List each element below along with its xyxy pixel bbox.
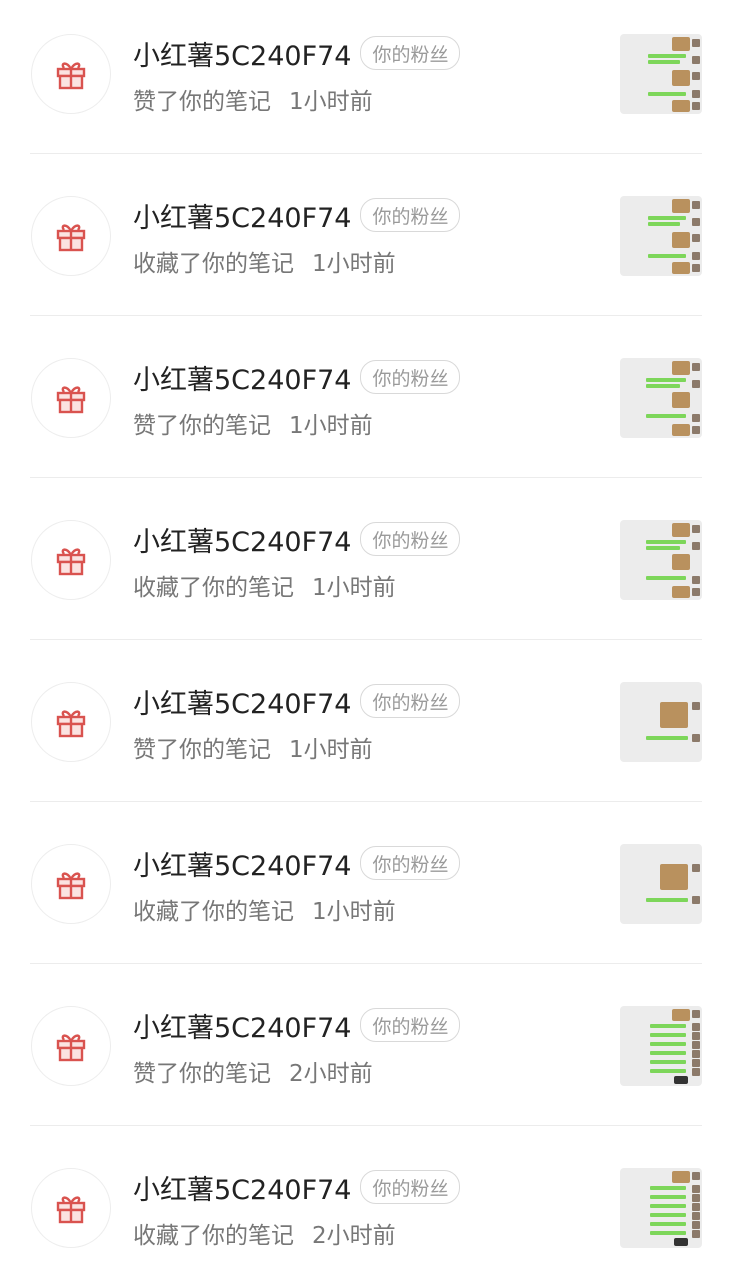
notification-list: 小红薯5C240F74 你的粉丝 赞了你的笔记 1小时前 小红薯5C240F74… — [0, 0, 732, 1288]
fan-badge: 你的粉丝 — [360, 360, 461, 394]
user-name[interactable]: 小红薯5C240F74 — [133, 520, 351, 559]
fan-badge: 你的粉丝 — [360, 684, 461, 718]
action-text: 赞了你的笔记 — [133, 89, 271, 115]
user-name[interactable]: 小红薯5C240F74 — [133, 682, 351, 721]
note-thumbnail[interactable] — [620, 1006, 702, 1086]
user-name[interactable]: 小红薯5C240F74 — [133, 1168, 351, 1207]
gift-icon — [56, 872, 86, 900]
fan-badge: 你的粉丝 — [360, 198, 461, 232]
notification-item[interactable]: 小红薯5C240F74 你的粉丝 赞了你的笔记 1小时前 — [0, 316, 732, 478]
avatar[interactable] — [31, 1006, 111, 1086]
avatar[interactable] — [31, 196, 111, 276]
user-name[interactable]: 小红薯5C240F74 — [133, 844, 351, 883]
gift-icon — [56, 386, 86, 414]
user-name[interactable]: 小红薯5C240F74 — [133, 1006, 351, 1045]
user-name[interactable]: 小红薯5C240F74 — [133, 196, 351, 235]
notification-item[interactable]: 小红薯5C240F74 你的粉丝 赞了你的笔记 1小时前 — [0, 0, 732, 154]
notification-item[interactable]: 小红薯5C240F74 你的粉丝 赞了你的笔记 1小时前 — [0, 640, 732, 802]
timestamp: 2小时前 — [289, 1061, 373, 1087]
gift-icon — [56, 224, 86, 252]
fan-badge: 你的粉丝 — [360, 36, 461, 70]
timestamp: 1小时前 — [312, 251, 396, 277]
action-text: 赞了你的笔记 — [133, 413, 271, 439]
user-name[interactable]: 小红薯5C240F74 — [133, 34, 351, 73]
notification-item[interactable]: 小红薯5C240F74 你的粉丝 收藏了你的笔记 1小时前 — [0, 478, 732, 640]
fan-badge: 你的粉丝 — [360, 1170, 461, 1204]
gift-icon — [56, 1196, 86, 1224]
note-thumbnail[interactable] — [620, 358, 702, 438]
note-thumbnail[interactable] — [620, 196, 702, 276]
note-thumbnail[interactable] — [620, 520, 702, 600]
avatar[interactable] — [31, 358, 111, 438]
timestamp: 1小时前 — [289, 413, 373, 439]
action-text: 赞了你的笔记 — [133, 1061, 271, 1087]
timestamp: 2小时前 — [312, 1223, 396, 1249]
notification-item[interactable]: 小红薯5C240F74 你的粉丝 收藏了你的笔记 1小时前 — [0, 154, 732, 316]
action-text: 收藏了你的笔记 — [133, 1223, 294, 1249]
timestamp: 1小时前 — [312, 575, 396, 601]
timestamp: 1小时前 — [312, 899, 396, 925]
timestamp: 1小时前 — [289, 89, 373, 115]
notification-item[interactable]: 小红薯5C240F74 你的粉丝 赞了你的笔记 2小时前 — [0, 964, 732, 1126]
gift-icon — [56, 62, 86, 90]
fan-badge: 你的粉丝 — [360, 846, 461, 880]
action-text: 收藏了你的笔记 — [133, 575, 294, 601]
action-text: 赞了你的笔记 — [133, 737, 271, 763]
avatar[interactable] — [31, 682, 111, 762]
fan-badge: 你的粉丝 — [360, 522, 461, 556]
fan-badge: 你的粉丝 — [360, 1008, 461, 1042]
gift-icon — [56, 548, 86, 576]
action-text: 收藏了你的笔记 — [133, 251, 294, 277]
notification-item[interactable]: 小红薯5C240F74 你的粉丝 收藏了你的笔记 1小时前 — [0, 802, 732, 964]
avatar[interactable] — [31, 1168, 111, 1248]
note-thumbnail[interactable] — [620, 1168, 702, 1248]
avatar[interactable] — [31, 34, 111, 114]
avatar[interactable] — [31, 844, 111, 924]
timestamp: 1小时前 — [289, 737, 373, 763]
note-thumbnail[interactable] — [620, 844, 702, 924]
avatar[interactable] — [31, 520, 111, 600]
gift-icon — [56, 710, 86, 738]
note-thumbnail[interactable] — [620, 682, 702, 762]
action-text: 收藏了你的笔记 — [133, 899, 294, 925]
gift-icon — [56, 1034, 86, 1062]
note-thumbnail[interactable] — [620, 34, 702, 114]
user-name[interactable]: 小红薯5C240F74 — [133, 358, 351, 397]
notification-item[interactable]: 小红薯5C240F74 你的粉丝 收藏了你的笔记 2小时前 — [0, 1126, 732, 1288]
